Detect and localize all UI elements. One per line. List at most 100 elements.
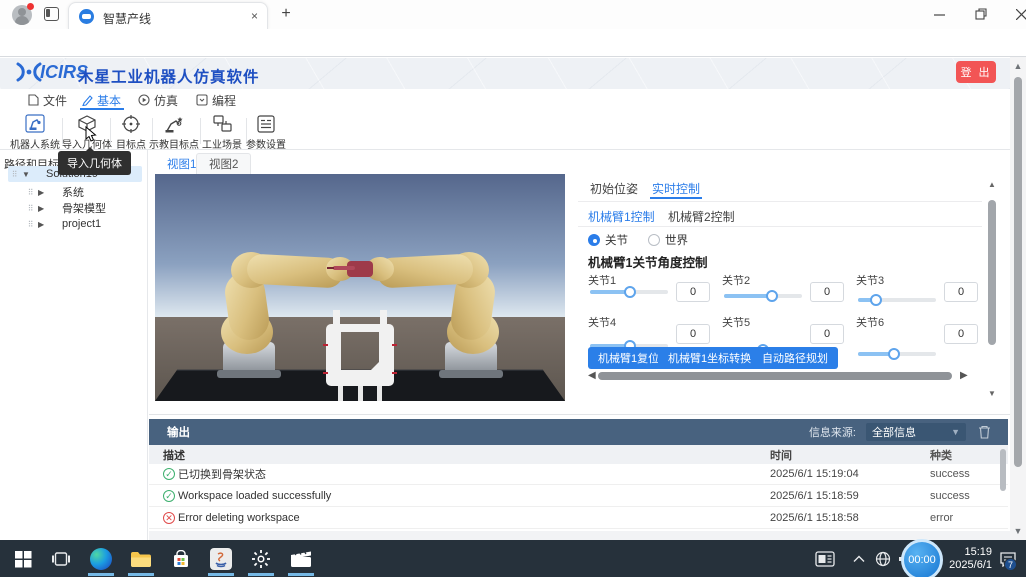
scroll-thumb[interactable]: [1000, 449, 1006, 491]
joint2-input[interactable]: [810, 282, 844, 302]
radio-joint-label: 关节: [605, 232, 628, 248]
arm1-reset-button[interactable]: 机械臂1复位: [588, 347, 669, 369]
radio-world[interactable]: 世界: [648, 232, 688, 248]
start-button[interactable]: [10, 546, 36, 572]
slider-thumb[interactable]: [624, 286, 636, 298]
menu-file[interactable]: 文件: [28, 91, 67, 109]
row-time: 2025/6/1 15:18:58: [770, 512, 930, 524]
output-row[interactable]: ✕Error deleting workspace 2025/6/1 15:18…: [149, 508, 1008, 529]
scroll-up-icon[interactable]: ▲: [988, 180, 996, 189]
menu-active-underline: [80, 108, 124, 110]
scroll-thumb[interactable]: [988, 200, 996, 345]
slider-thumb[interactable]: [870, 294, 882, 306]
caret-right-icon[interactable]: ▶: [38, 204, 48, 213]
source-select[interactable]: 全部信息 ▼: [866, 423, 966, 441]
taskbar-settings-icon[interactable]: [248, 546, 274, 572]
tree-item-label: 骨架模型: [62, 200, 106, 216]
tab-workspaces-icon[interactable]: [44, 7, 59, 21]
toolbar-target-point-label: 目标点: [116, 136, 146, 151]
auto-path-planning-button[interactable]: 自动路径规划: [752, 347, 838, 369]
taskbar-video-app-icon[interactable]: [288, 546, 314, 572]
caret-down-icon[interactable]: ▼: [22, 170, 32, 179]
output-row[interactable]: ✓Workspace loaded successfully 2025/6/1 …: [149, 486, 1008, 507]
viewport-3d[interactable]: [155, 174, 565, 401]
joint1-slider[interactable]: [590, 290, 668, 294]
taskbar-java-app-icon[interactable]: [208, 546, 234, 572]
tray-chevron-up-icon[interactable]: [846, 546, 872, 572]
tree-item-skeleton[interactable]: ⠿ ▶ 骨架模型: [24, 200, 142, 216]
view-tabs: [149, 151, 1010, 174]
radio-joint[interactable]: 关节: [588, 232, 628, 248]
view-tab-2[interactable]: 视图2: [196, 153, 251, 174]
target-icon: [120, 114, 142, 134]
drag-handle-icon[interactable]: ⠿: [8, 170, 22, 179]
tree-item-label: project1: [62, 218, 101, 230]
radio-world-label: 世界: [665, 232, 688, 248]
joint3-input[interactable]: [944, 282, 978, 302]
toolbar-teach-target[interactable]: 示教目标点: [149, 114, 199, 151]
menu-simulation[interactable]: 仿真: [138, 91, 178, 109]
toolbar-parameters[interactable]: 参数设置: [241, 114, 291, 151]
drag-handle-icon[interactable]: ⠿: [24, 220, 38, 229]
toolbar-industry-scene[interactable]: 工业场景: [197, 114, 247, 151]
joint1-label: 关节1: [588, 272, 616, 288]
subtab-arm2-control[interactable]: 机械臂2控制: [668, 208, 735, 225]
joint1-input[interactable]: [676, 282, 710, 302]
clear-output-icon[interactable]: [978, 425, 992, 439]
joint2-slider[interactable]: [724, 294, 802, 298]
output-row[interactable]: ✓已切换到骨架状态 2025/6/1 15:19:04 success: [149, 464, 1008, 485]
caret-right-icon[interactable]: ▶: [38, 188, 48, 197]
pencil-icon: [82, 94, 93, 106]
browser-tab[interactable]: 智慧产线 ×: [68, 2, 268, 29]
hscroll-right-icon[interactable]: ▶: [960, 370, 968, 381]
logout-button[interactable]: 登 出: [956, 61, 996, 83]
window-restore-button[interactable]: [960, 0, 1002, 28]
caret-right-icon[interactable]: ▶: [38, 220, 48, 229]
joint5-input[interactable]: [810, 324, 844, 344]
output-scrollbar[interactable]: [1000, 447, 1006, 529]
code-window-icon: [196, 94, 208, 106]
tree-item-project[interactable]: ⠿ ▶ project1: [24, 216, 142, 232]
tray-news-icon[interactable]: [812, 546, 838, 572]
new-tab-button[interactable]: +: [278, 6, 294, 22]
taskbar-edge-icon[interactable]: [88, 546, 114, 572]
task-view-button[interactable]: [48, 546, 74, 572]
tab-favicon-icon: [79, 9, 94, 24]
taskbar-store-icon[interactable]: [168, 546, 194, 572]
page-scrollbar[interactable]: ▲ ▼: [1010, 57, 1026, 540]
joint6-input[interactable]: [944, 324, 978, 344]
app-title: 木星工业机器人仿真软件: [78, 65, 260, 87]
joint4-input[interactable]: [676, 324, 710, 344]
horizontal-scrollbar[interactable]: [598, 372, 952, 380]
toolbar-robot-system[interactable]: 机器人系统: [10, 114, 60, 151]
browser-tab-strip: 智慧产线 × +: [0, 0, 1026, 29]
subtab-arm1-control[interactable]: 机械臂1控制: [588, 208, 655, 225]
scroll-down-icon[interactable]: ▼: [988, 389, 996, 398]
drag-handle-icon[interactable]: ⠿: [24, 204, 38, 213]
drag-handle-icon[interactable]: ⠿: [24, 188, 38, 197]
tab-close-icon[interactable]: ×: [247, 9, 262, 24]
taskbar-explorer-icon[interactable]: [128, 546, 154, 572]
window-close-button[interactable]: [1000, 0, 1026, 28]
slider-thumb[interactable]: [766, 290, 778, 302]
joint3-slider[interactable]: [858, 298, 936, 302]
joint6-slider[interactable]: [858, 352, 936, 356]
joint-control-heading: 机械臂1关节角度控制: [588, 252, 707, 271]
menu-basic[interactable]: 基本: [82, 91, 121, 109]
window-minimize-button[interactable]: [918, 0, 960, 28]
slider-thumb[interactable]: [888, 348, 900, 360]
menu-programming[interactable]: 编程: [196, 91, 236, 109]
hscroll-left-icon[interactable]: ◀: [588, 370, 596, 381]
arm1-coord-transform-button[interactable]: 机械臂1坐标转换: [658, 347, 761, 369]
panel-scrollbar[interactable]: ▲ ▼: [988, 182, 996, 396]
tree-item-system[interactable]: ⠿ ▶ 系统: [24, 184, 142, 200]
scroll-up-icon[interactable]: ▲: [1010, 59, 1026, 73]
tab-realtime-control[interactable]: 实时控制: [652, 180, 700, 197]
scroll-down-icon[interactable]: ▼: [1010, 524, 1026, 538]
scroll-thumb[interactable]: [1014, 77, 1022, 467]
active-indicator: [248, 573, 274, 576]
radio-unselected-icon: [648, 234, 660, 246]
recording-timer-bubble[interactable]: 00:00: [901, 542, 944, 575]
tab-initial-pose[interactable]: 初始位姿: [590, 180, 638, 197]
menu-file-label: 文件: [43, 92, 67, 109]
